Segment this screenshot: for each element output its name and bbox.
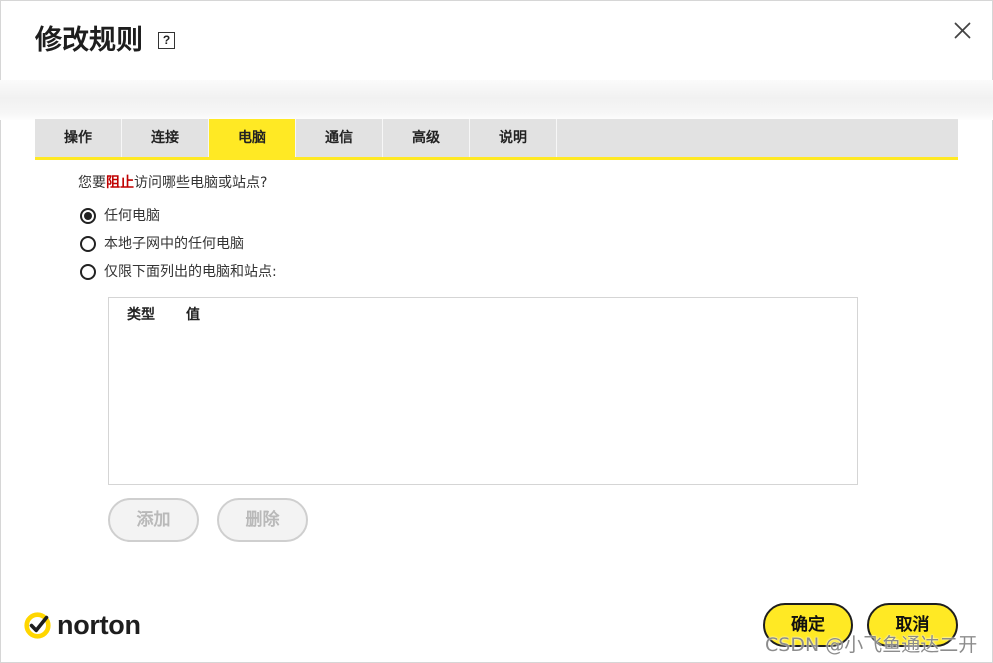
- option-local-subnet[interactable]: 本地子网中的任何电脑: [80, 234, 244, 254]
- question-prefix: 您要: [78, 175, 106, 191]
- norton-check-icon: [24, 612, 51, 639]
- question-suffix: 访问哪些电脑或站点?: [134, 175, 268, 191]
- question-emphasis: 阻止: [106, 175, 134, 191]
- delete-button[interactable]: 删除: [217, 498, 308, 542]
- tab-connections[interactable]: 连接: [122, 119, 209, 157]
- option-label: 任何电脑: [104, 208, 160, 224]
- radio-button[interactable]: [80, 264, 96, 280]
- tab-underline: [35, 157, 958, 160]
- option-label: 仅限下面列出的电脑和站点:: [104, 264, 277, 280]
- radio-button[interactable]: [80, 208, 96, 224]
- column-header-value[interactable]: 值: [186, 306, 200, 324]
- tab-description[interactable]: 说明: [470, 119, 557, 157]
- option-listed-only[interactable]: 仅限下面列出的电脑和站点:: [80, 262, 277, 282]
- tab-bar: 操作 连接 电脑 通信 高级 说明: [35, 119, 958, 157]
- column-header-type[interactable]: 类型: [127, 306, 155, 324]
- option-any-computer[interactable]: 任何电脑: [80, 206, 160, 226]
- tab-communications[interactable]: 通信: [296, 119, 383, 157]
- norton-wordmark: norton: [57, 610, 141, 640]
- add-button[interactable]: 添加: [108, 498, 199, 542]
- tab-actions[interactable]: 操作: [35, 119, 122, 157]
- close-icon[interactable]: [954, 22, 971, 39]
- computer-list[interactable]: 类型 值: [108, 297, 858, 485]
- modify-rule-dialog: 修改规则 ? 操作 连接 电脑 通信 高级 说明 您要阻止访问哪些电脑或站点? …: [0, 0, 993, 663]
- ok-button[interactable]: 确定: [763, 603, 853, 647]
- cancel-button[interactable]: 取消: [867, 603, 958, 647]
- radio-button[interactable]: [80, 236, 96, 252]
- option-label: 本地子网中的任何电脑: [104, 236, 244, 252]
- tab-advanced[interactable]: 高级: [383, 119, 470, 157]
- header-shading: [0, 80, 993, 120]
- dialog-title: 修改规则: [35, 25, 143, 56]
- question-text: 您要阻止访问哪些电脑或站点?: [78, 174, 267, 192]
- tab-computers[interactable]: 电脑: [209, 119, 296, 157]
- help-icon[interactable]: ?: [158, 32, 175, 49]
